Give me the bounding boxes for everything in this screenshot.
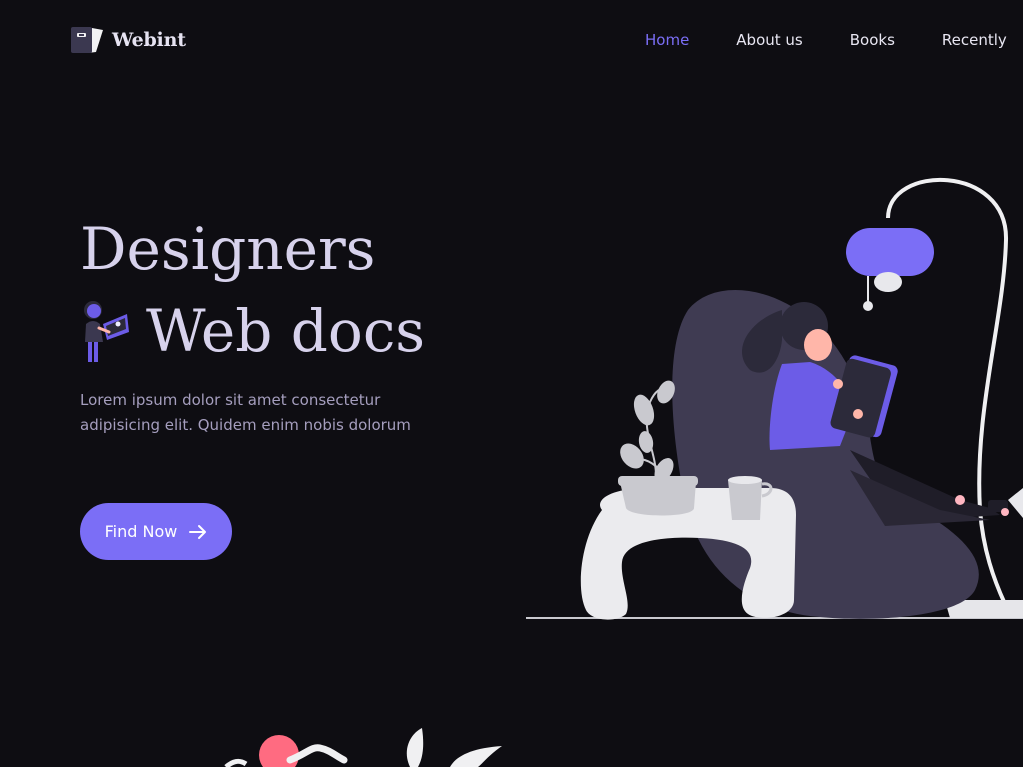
nav-about-us[interactable]: About us	[736, 30, 802, 50]
brand-logo[interactable]: Webint	[70, 25, 186, 55]
main-nav: Home About us Books Recently	[645, 30, 1023, 50]
find-now-label: Find Now	[104, 522, 178, 541]
brand-name: Webint	[112, 29, 186, 51]
hero-title-line1: Designers	[80, 215, 376, 283]
bottom-decorative-illustration	[224, 728, 502, 767]
find-now-button[interactable]: Find Now	[80, 503, 232, 560]
arrow-right-icon	[189, 524, 207, 539]
nav-home[interactable]: Home	[645, 30, 689, 50]
nav-recently[interactable]: Recently	[942, 30, 1007, 50]
person-reading-icon	[84, 301, 129, 362]
woman-reading-on-beanbag-illustration	[526, 177, 1023, 620]
nav-books[interactable]: Books	[850, 30, 895, 50]
hero-title-line2: Web docs	[146, 297, 426, 365]
hero-description: Lorem ipsum dolor sit amet consectetur a…	[80, 391, 411, 434]
book-logo-icon	[71, 27, 103, 53]
